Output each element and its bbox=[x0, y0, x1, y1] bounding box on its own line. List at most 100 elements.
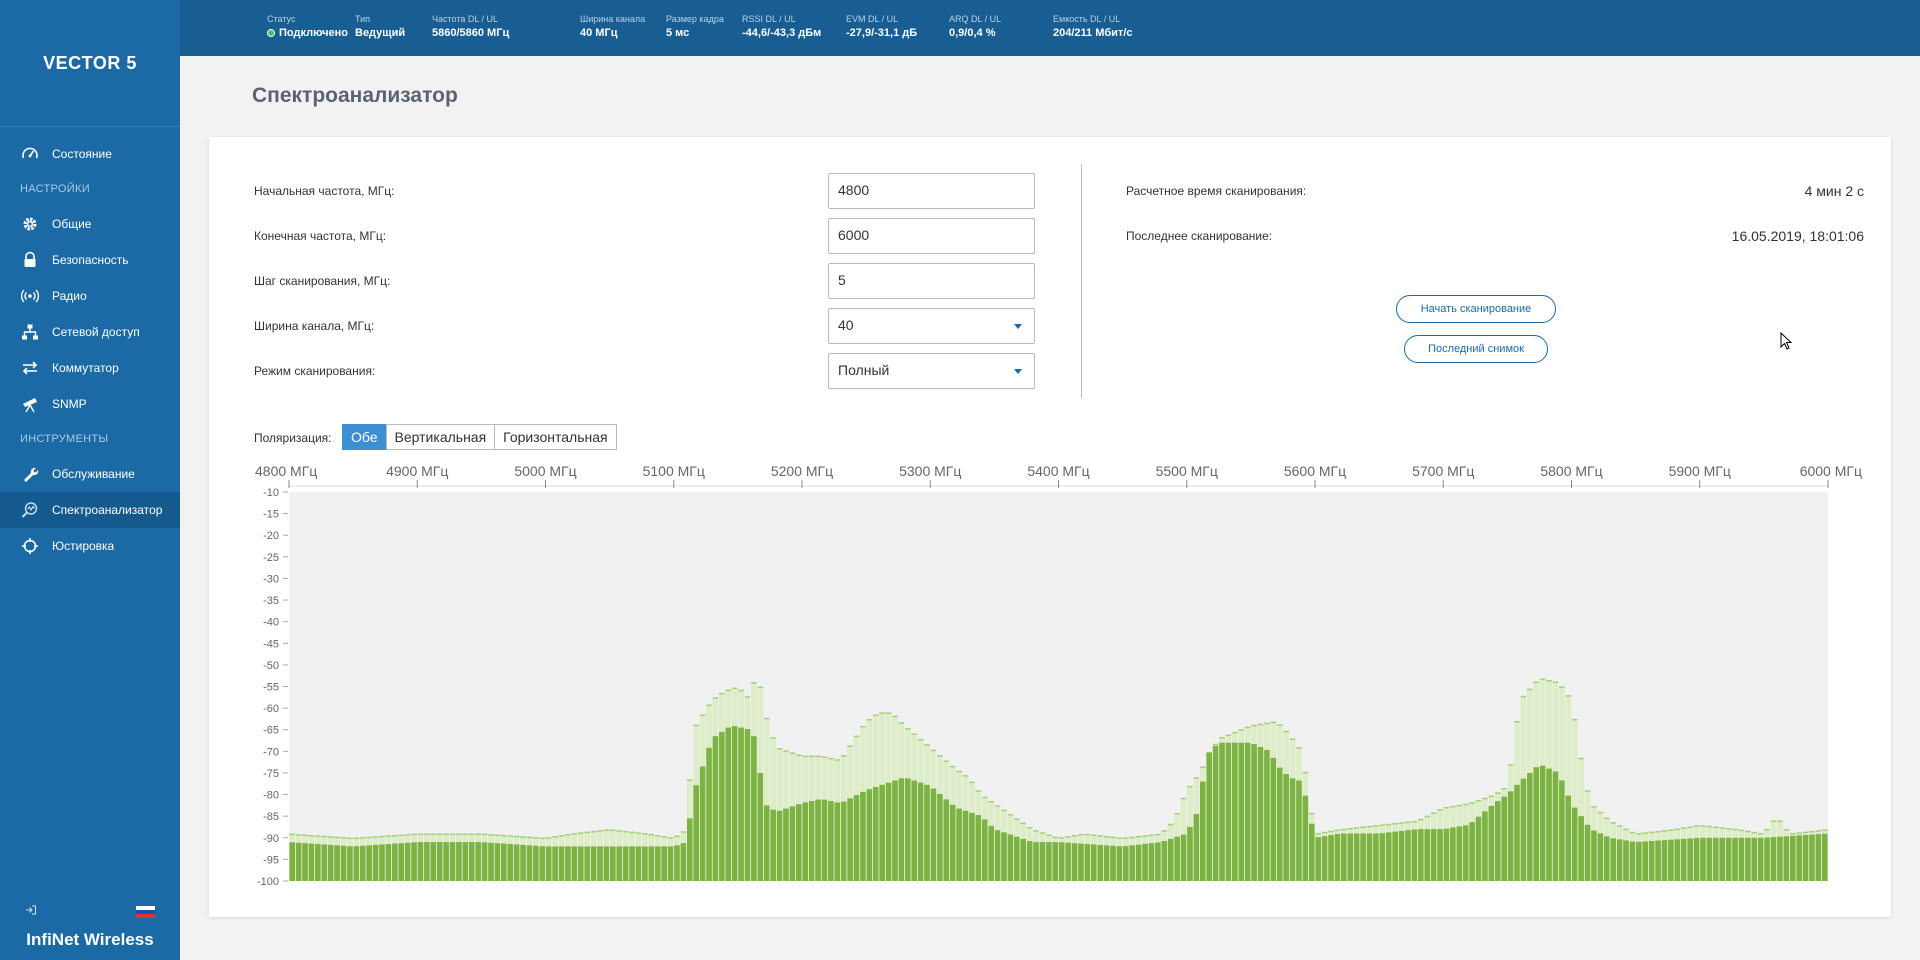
end-frequency-label: Конечная частота, МГц: bbox=[254, 229, 387, 243]
sidebar-item-maintenance[interactable]: Обслуживание bbox=[0, 456, 180, 492]
current-bar bbox=[879, 784, 885, 881]
polarization-option-vertical[interactable]: Вертикальная bbox=[385, 424, 496, 450]
current-bar bbox=[1450, 827, 1456, 881]
peak-marker bbox=[1815, 830, 1822, 832]
current-bar bbox=[590, 846, 597, 881]
peak-bar bbox=[1257, 723, 1264, 881]
sidebar-item-network-access[interactable]: Сетевой доступ bbox=[0, 314, 180, 350]
peak-bar bbox=[1315, 832, 1322, 881]
current-bar bbox=[347, 846, 353, 881]
sidebar-item-spectrum-analyzer[interactable]: Спектроанализатор bbox=[0, 492, 180, 528]
current-bar bbox=[462, 842, 469, 881]
sidebar-item-alignment[interactable]: Юстировка bbox=[0, 528, 180, 564]
current-bar bbox=[667, 846, 674, 881]
peak-bar bbox=[1071, 835, 1078, 881]
peak-bar bbox=[1155, 833, 1161, 881]
peak-marker bbox=[1321, 831, 1328, 834]
x-tick-label: 4900 МГц bbox=[386, 463, 448, 479]
peak-marker bbox=[815, 755, 821, 758]
peak-bar bbox=[1078, 833, 1084, 881]
peak-bar bbox=[1328, 830, 1334, 881]
sidebar-item-status[interactable]: Состояние bbox=[0, 136, 180, 172]
stat-channel-width: Ширина канала 40 МГц bbox=[580, 14, 645, 39]
scan-mode-select[interactable]: Полный bbox=[828, 353, 1035, 389]
current-bar bbox=[507, 844, 514, 881]
peak-bar bbox=[1020, 822, 1027, 881]
scan-mode-value: Полный bbox=[838, 362, 890, 378]
peak-marker bbox=[1174, 812, 1180, 815]
current-bar bbox=[1443, 828, 1450, 881]
sidebar-item-general[interactable]: Общие bbox=[0, 206, 180, 242]
peak-bar bbox=[1578, 757, 1584, 881]
peak-bar bbox=[1244, 726, 1251, 881]
peak-bar bbox=[1597, 811, 1604, 881]
current-bar bbox=[1090, 844, 1097, 881]
polarization-option-both[interactable]: Обе bbox=[342, 424, 387, 450]
polarization-option-horizontal[interactable]: Горизонтальная bbox=[494, 424, 617, 450]
peak-marker bbox=[488, 834, 494, 836]
channel-width-value: 40 bbox=[838, 317, 854, 333]
sidebar-footer: InfiNet Wireless bbox=[0, 898, 180, 960]
peak-bar bbox=[443, 833, 449, 881]
peak-marker bbox=[1167, 823, 1174, 826]
peak-bar bbox=[1199, 766, 1206, 881]
channel-width-select[interactable]: 40 bbox=[828, 308, 1035, 344]
stat-status: Статус Подключено bbox=[267, 14, 348, 39]
peak-bar bbox=[1507, 764, 1514, 881]
current-bar bbox=[853, 795, 860, 881]
peak-marker bbox=[1514, 721, 1520, 723]
peak-marker bbox=[1482, 797, 1488, 800]
peak-bar bbox=[1764, 829, 1770, 881]
peak-marker bbox=[366, 836, 372, 839]
peak-bar bbox=[667, 837, 674, 881]
telescope-icon bbox=[20, 394, 40, 414]
current-bar bbox=[776, 810, 783, 881]
current-bar bbox=[937, 794, 943, 881]
last-snapshot-button[interactable]: Последний снимок bbox=[1404, 335, 1548, 363]
peak-marker bbox=[1238, 729, 1245, 731]
current-bar bbox=[680, 843, 687, 881]
sidebar-item-label: SNMP bbox=[52, 397, 87, 411]
peak-marker bbox=[590, 830, 597, 833]
current-bar bbox=[725, 727, 732, 881]
peak-bar bbox=[1373, 825, 1379, 881]
peak-bar bbox=[892, 715, 898, 881]
logout-icon[interactable] bbox=[25, 903, 37, 921]
sidebar-item-radio[interactable]: Радио bbox=[0, 278, 180, 314]
current-bar bbox=[584, 846, 590, 881]
current-bar bbox=[443, 842, 449, 881]
peak-bar bbox=[674, 835, 680, 881]
estimated-time-label: Расчетное время сканирования: bbox=[1126, 184, 1307, 198]
peak-marker bbox=[642, 833, 648, 835]
current-bar bbox=[1257, 747, 1264, 881]
language-flag-icon[interactable] bbox=[136, 906, 155, 918]
sidebar-item-snmp[interactable]: SNMP bbox=[0, 386, 180, 422]
current-bar bbox=[577, 846, 584, 881]
sidebar-item-security[interactable]: Безопасность bbox=[0, 242, 180, 278]
current-bar bbox=[1187, 826, 1193, 881]
current-bar bbox=[1719, 837, 1725, 881]
start-frequency-input[interactable]: 4800 bbox=[828, 173, 1035, 209]
end-frequency-input[interactable]: 6000 bbox=[828, 218, 1035, 254]
peak-bar bbox=[1289, 738, 1296, 881]
peak-marker bbox=[616, 830, 623, 832]
start-scan-button[interactable]: Начать сканирование bbox=[1396, 295, 1556, 323]
peak-bar bbox=[776, 748, 783, 881]
peak-bar bbox=[924, 744, 930, 881]
current-bar bbox=[1437, 829, 1443, 881]
sidebar-item-label: Безопасность bbox=[52, 253, 129, 267]
current-bar bbox=[494, 843, 501, 881]
current-bar bbox=[1328, 835, 1334, 881]
current-bar bbox=[943, 799, 950, 881]
peak-bar bbox=[610, 829, 616, 881]
peak-bar bbox=[1430, 812, 1437, 881]
peak-marker bbox=[302, 834, 308, 837]
current-bar bbox=[1302, 795, 1309, 881]
current-bar bbox=[1680, 838, 1687, 881]
sidebar-item-switch[interactable]: Коммутатор bbox=[0, 350, 180, 386]
peak-marker bbox=[558, 835, 565, 837]
sidebar-item-label: Спектроанализатор bbox=[52, 503, 163, 517]
scan-step-input[interactable]: 5 bbox=[828, 263, 1035, 299]
stat-label: ARQ DL / UL bbox=[949, 14, 1002, 24]
peak-bar bbox=[1046, 834, 1052, 881]
